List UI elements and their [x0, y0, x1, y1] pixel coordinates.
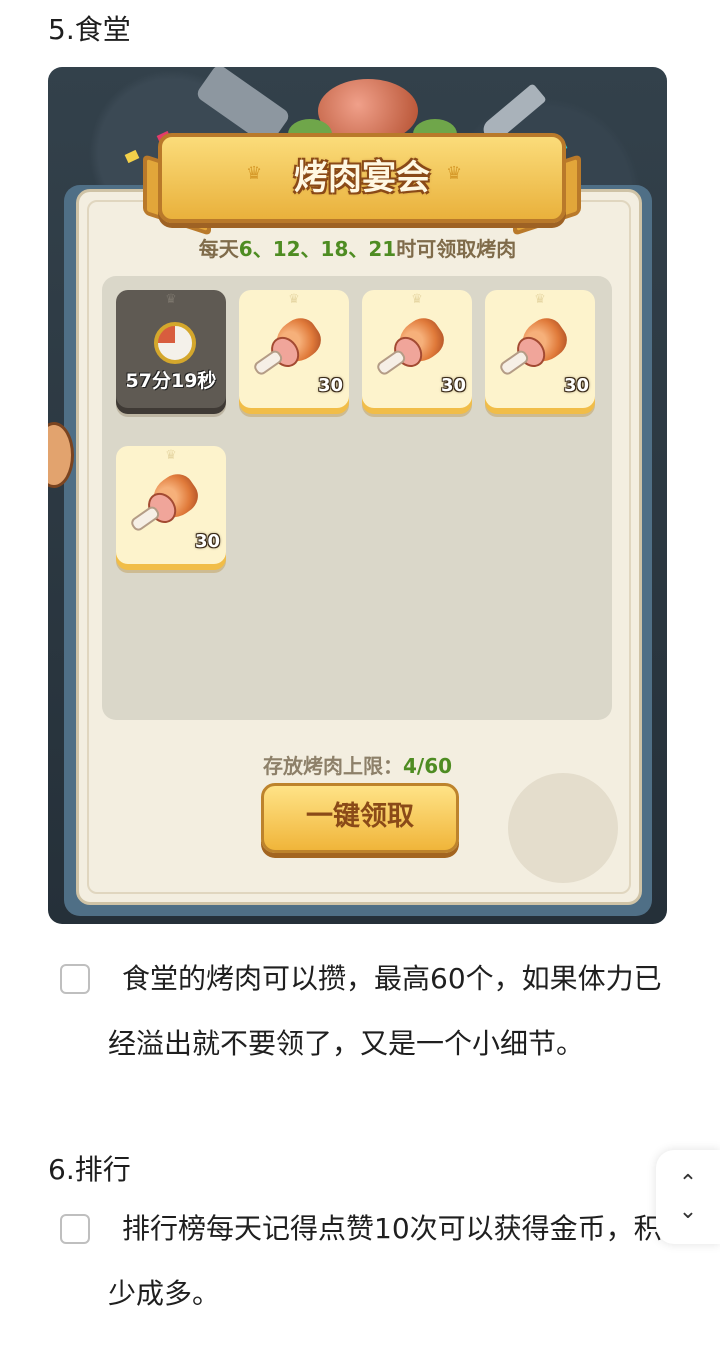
slot-timer: ♛ 57分19秒	[116, 290, 226, 408]
scroll-control: ⌃ ⌄	[656, 1150, 720, 1244]
item-text: 食堂的烤肉可以攒，最高60个，如果体力已经溢出就不要领了，又是一个小细节。	[108, 962, 662, 1060]
meat-quantity: 30	[194, 531, 220, 552]
meat-quantity: 30	[440, 375, 466, 396]
claim-schedule: 每天6、12、18、21时可领取烤肉	[198, 237, 517, 261]
meat-quantity: 30	[317, 375, 343, 396]
clock-icon	[154, 322, 196, 364]
countdown-text: 57分19秒	[125, 370, 217, 392]
slot-meat[interactable]: ♛ 30	[362, 290, 472, 408]
roast-meat-icon	[497, 311, 574, 377]
slot-meat[interactable]: ♛ 30	[116, 446, 226, 564]
roast-meat-icon	[128, 467, 205, 533]
chevron-down-icon[interactable]: ⌄	[678, 1201, 698, 1223]
section-title-ranking: 6.排行	[48, 1153, 131, 1186]
checkbox[interactable]	[60, 964, 90, 994]
roast-meat-icon	[251, 311, 328, 377]
meat-quantity: 30	[563, 375, 589, 396]
slot-meat[interactable]: ♛ 30	[239, 290, 349, 408]
list-item: 排行榜每天记得点赞10次可以获得金币，积少成多。	[60, 1196, 662, 1326]
mascot-watermark-icon	[508, 773, 618, 883]
banner-title: 烤肉宴会	[294, 158, 430, 198]
confetti-icon	[124, 149, 140, 164]
checkbox[interactable]	[60, 1214, 90, 1244]
roast-meat-icon	[374, 311, 451, 377]
list-item: 食堂的烤肉可以攒，最高60个，如果体力已经溢出就不要领了，又是一个小细节。	[60, 946, 662, 1141]
section-title-canteen: 5.食堂	[48, 13, 131, 46]
slot-meat[interactable]: ♛ 30	[485, 290, 595, 408]
claim-all-button[interactable]: 一键领取	[261, 783, 459, 853]
meat-slots-grid: ♛ 57分19秒 ♛ 30 ♛ 30 ♛ 30 ♛ 30	[102, 276, 612, 720]
item-text: 排行榜每天记得点赞10次可以获得金币，积少成多。	[108, 1212, 662, 1310]
game-screenshot: ♛ ♛ 烤肉宴会 每天6、12、18、21时可领取烤肉 ♛ 57分19秒 ♛ 3…	[48, 67, 667, 924]
chevron-up-icon[interactable]: ⌃	[678, 1173, 698, 1195]
